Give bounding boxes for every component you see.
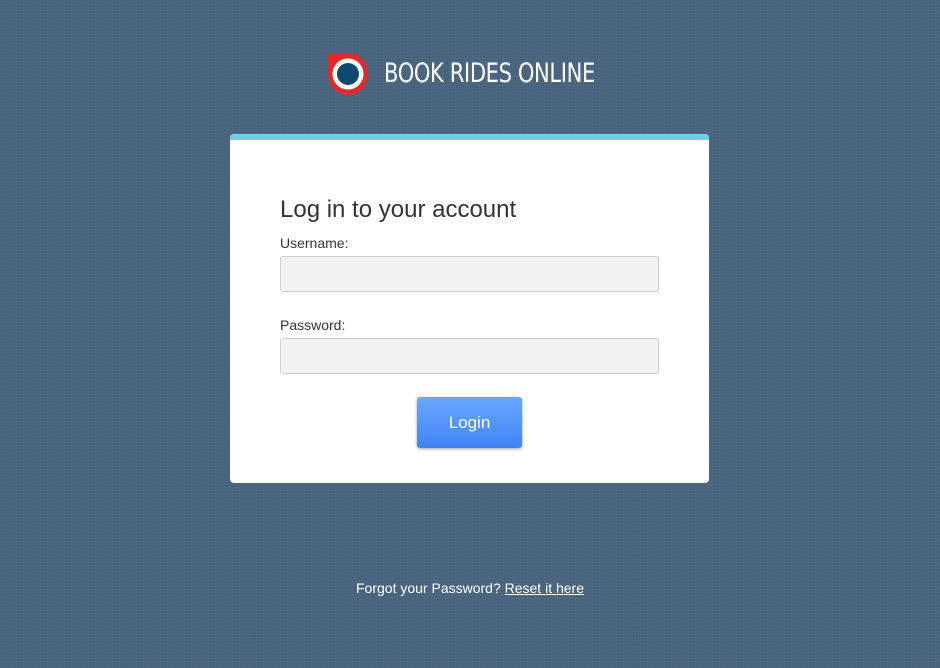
username-label: Username: [280, 235, 349, 251]
card-accent-bar [230, 134, 709, 140]
roundel-logo-icon [328, 53, 368, 95]
password-input[interactable] [280, 338, 659, 374]
brand-name: BOOK RIDES ONLINE [384, 58, 595, 89]
brand-logo: BOOK RIDES ONLINE [326, 51, 654, 97]
username-input[interactable] [280, 256, 659, 292]
login-button[interactable]: Login [417, 397, 522, 448]
password-label: Password: [280, 317, 346, 333]
login-card: Log in to your account Username: Passwor… [230, 134, 709, 483]
login-title: Log in to your account [280, 196, 517, 223]
reset-password-link[interactable]: Reset it here [505, 580, 584, 596]
forgot-password-footer: Forgot your Password? Reset it here [0, 580, 940, 596]
forgot-password-text: Forgot your Password? [356, 580, 501, 596]
